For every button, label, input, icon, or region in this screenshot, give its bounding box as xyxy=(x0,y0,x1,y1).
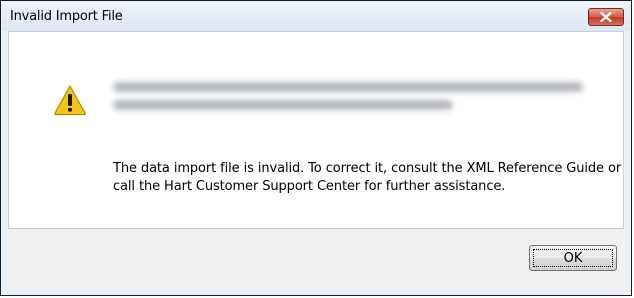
title-bar[interactable]: Invalid Import File xyxy=(2,2,630,31)
dialog-title: Invalid Import File xyxy=(10,9,123,24)
close-icon xyxy=(600,12,612,22)
ok-button[interactable]: OK xyxy=(529,245,617,271)
warning-icon xyxy=(54,84,86,116)
ok-button-label: OK xyxy=(533,249,613,267)
dialog-content: The data import file is invalid. To corr… xyxy=(8,31,624,229)
button-bar: OK xyxy=(8,229,624,290)
close-button[interactable] xyxy=(588,8,624,26)
dialog-window: Invalid Import File The data import file… xyxy=(0,0,632,296)
redacted-text xyxy=(113,82,593,118)
error-message: The data import file is invalid. To corr… xyxy=(113,161,622,194)
